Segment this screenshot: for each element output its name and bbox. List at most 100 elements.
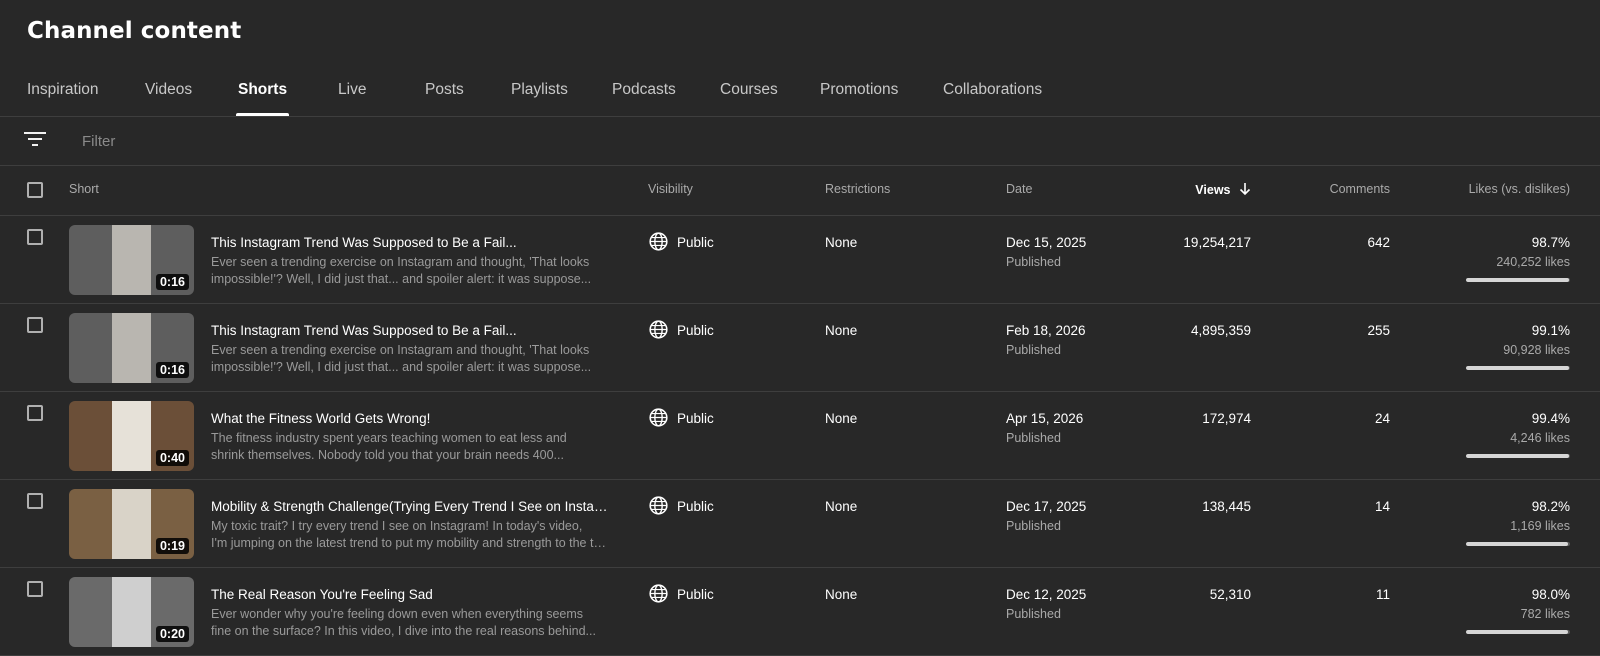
visibility-label: Public xyxy=(677,587,714,602)
row-checkbox[interactable] xyxy=(27,581,43,597)
likes-percentage: 98.0% xyxy=(1531,587,1570,602)
video-description: My toxic trait? I try every trend I see … xyxy=(211,518,607,551)
video-thumbnail[interactable]: 0:16 xyxy=(69,313,194,383)
date-value: Feb 18, 2026 xyxy=(1006,323,1086,338)
restrictions-value: None xyxy=(825,587,858,602)
visibility-label: Public xyxy=(677,411,714,426)
row-checkbox[interactable] xyxy=(27,317,43,333)
column-header-date[interactable]: Date xyxy=(1006,182,1032,196)
restrictions-value: None xyxy=(825,235,858,250)
video-title[interactable]: This Instagram Trend Was Supposed to Be … xyxy=(211,323,611,338)
video-thumbnail[interactable]: 0:20 xyxy=(69,577,194,647)
publish-status: Published xyxy=(1006,255,1061,269)
globe-icon xyxy=(649,584,668,603)
duration-badge: 0:16 xyxy=(155,274,189,290)
tab-promotions[interactable]: Promotions xyxy=(820,70,898,116)
filter-input[interactable] xyxy=(80,127,684,155)
tab-shorts[interactable]: Shorts xyxy=(235,70,290,116)
duration-badge: 0:40 xyxy=(155,450,189,466)
tab-videos[interactable]: Videos xyxy=(145,70,192,116)
row-checkbox[interactable] xyxy=(27,405,43,421)
row-checkbox[interactable] xyxy=(27,229,43,245)
likes-count: 90,928 likes xyxy=(1503,343,1570,357)
row-checkbox[interactable] xyxy=(27,493,43,509)
table-row[interactable]: 0:40 What the Fitness World Gets Wrong! … xyxy=(0,392,1600,480)
tab-playlists[interactable]: Playlists xyxy=(511,70,568,116)
table-row[interactable]: 0:19 Mobility & Strength Challenge(Tryin… xyxy=(0,480,1600,568)
column-header-short: Short xyxy=(69,182,99,196)
video-title[interactable]: This Instagram Trend Was Supposed to Be … xyxy=(211,235,611,250)
likes-ratio-bar xyxy=(1466,366,1570,370)
comments-value: 11 xyxy=(1375,587,1390,602)
select-all-checkbox[interactable] xyxy=(27,182,43,198)
comments-value: 642 xyxy=(1367,235,1390,250)
publish-status: Published xyxy=(1006,431,1061,445)
video-description: The fitness industry spent years teachin… xyxy=(211,430,607,463)
thumbnail-image xyxy=(112,489,151,559)
tab-podcasts[interactable]: Podcasts xyxy=(612,70,676,116)
views-value: 172,974 xyxy=(1202,411,1251,426)
column-header-views[interactable]: Views xyxy=(1195,182,1251,197)
date-value: Dec 17, 2025 xyxy=(1006,499,1087,514)
likes-ratio-fill xyxy=(1466,542,1569,546)
table-row[interactable]: 0:16 This Instagram Trend Was Supposed t… xyxy=(0,216,1600,304)
video-thumbnail[interactable]: 0:19 xyxy=(69,489,194,559)
visibility-label: Public xyxy=(677,323,714,338)
likes-ratio-bar xyxy=(1466,630,1570,634)
comments-value: 24 xyxy=(1374,411,1390,426)
video-thumbnail[interactable]: 0:16 xyxy=(69,225,194,295)
likes-ratio-fill xyxy=(1466,630,1568,634)
video-title[interactable]: Mobility & Strength Challenge(Trying Eve… xyxy=(211,499,611,514)
views-value: 52,310 xyxy=(1209,587,1251,602)
globe-icon xyxy=(649,496,668,515)
video-title[interactable]: What the Fitness World Gets Wrong! xyxy=(211,411,611,426)
visibility-label: Public xyxy=(677,499,714,514)
publish-status: Published xyxy=(1006,607,1061,621)
description-line: My toxic trait? I try every trend I see … xyxy=(211,519,583,533)
video-description: Ever seen a trending exercise on Instagr… xyxy=(211,254,607,287)
duration-badge: 0:19 xyxy=(155,538,189,554)
video-title[interactable]: The Real Reason You're Feeling Sad xyxy=(211,587,611,602)
likes-count: 240,252 likes xyxy=(1496,255,1570,269)
tab-bar: Inspiration Videos Shorts Live Posts Pla… xyxy=(0,70,1600,117)
table-row[interactable]: 0:20 The Real Reason You're Feeling Sad … xyxy=(0,568,1600,656)
tab-posts[interactable]: Posts xyxy=(425,70,464,116)
likes-percentage: 98.7% xyxy=(1531,235,1570,250)
restrictions-value: None xyxy=(825,499,858,514)
video-thumbnail[interactable]: 0:40 xyxy=(69,401,194,471)
globe-icon xyxy=(649,408,668,427)
thumbnail-image xyxy=(112,577,151,647)
description-line: shrink themselves. Nobody told you that … xyxy=(211,447,564,462)
table-header: Short Visibility Restrictions Date Views… xyxy=(0,166,1600,216)
likes-ratio-fill xyxy=(1466,366,1570,370)
description-line: I'm jumping on the latest trend to put m… xyxy=(211,535,607,550)
video-description: Ever seen a trending exercise on Instagr… xyxy=(211,342,607,375)
thumbnail-image xyxy=(112,313,151,383)
column-header-restrictions[interactable]: Restrictions xyxy=(825,182,890,196)
description-line: Ever wonder why you're feeling down even… xyxy=(211,607,584,621)
description-line: impossible!'? Well, I did just that... a… xyxy=(211,359,592,374)
arrow-down-icon xyxy=(1239,183,1251,196)
tab-collaborations[interactable]: Collaborations xyxy=(943,70,1042,116)
filter-icon[interactable] xyxy=(24,130,46,148)
views-value: 19,254,217 xyxy=(1183,235,1251,250)
tab-courses[interactable]: Courses xyxy=(720,70,778,116)
tab-inspiration[interactable]: Inspiration xyxy=(27,70,99,116)
column-header-likes[interactable]: Likes (vs. dislikes) xyxy=(1469,182,1570,196)
column-header-comments[interactable]: Comments xyxy=(1330,182,1390,196)
likes-ratio-fill xyxy=(1466,454,1570,458)
column-header-visibility[interactable]: Visibility xyxy=(648,182,693,196)
restrictions-value: None xyxy=(825,323,858,338)
table-row[interactable]: 0:16 This Instagram Trend Was Supposed t… xyxy=(0,304,1600,392)
comments-value: 255 xyxy=(1367,323,1390,338)
likes-count: 1,169 likes xyxy=(1510,519,1570,533)
globe-icon xyxy=(649,232,668,251)
description-line: Ever seen a trending exercise on Instagr… xyxy=(211,343,590,357)
restrictions-value: None xyxy=(825,411,858,426)
publish-status: Published xyxy=(1006,343,1061,357)
likes-ratio-bar xyxy=(1466,542,1570,546)
comments-value: 14 xyxy=(1374,499,1390,514)
likes-count: 4,246 likes xyxy=(1510,431,1570,445)
tab-live[interactable]: Live xyxy=(338,70,366,116)
likes-percentage: 99.4% xyxy=(1531,411,1570,426)
